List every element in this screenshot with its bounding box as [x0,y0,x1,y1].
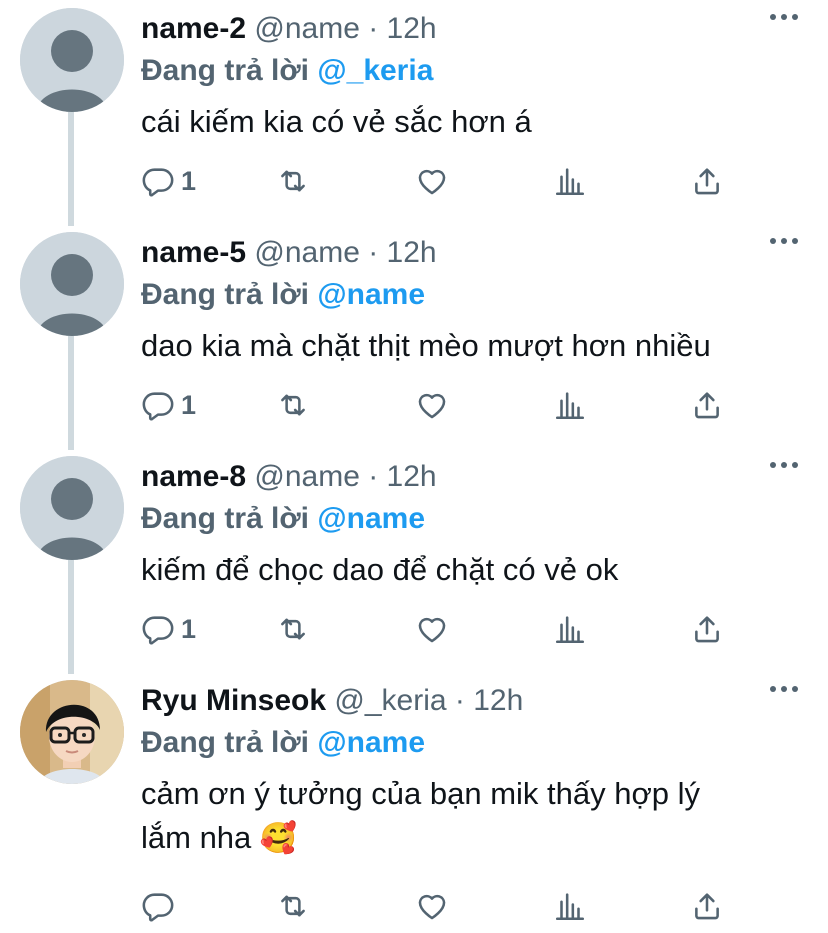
replying-to: Đang trả lời @name [141,724,425,762]
action-bar: 1 [141,161,741,201]
replying-to: Đang trả lời @name [141,500,425,538]
retweet-button[interactable] [276,385,310,425]
more-dots-icon[interactable] [770,14,798,20]
mention-link[interactable]: @_keria [317,54,433,87]
avatar[interactable] [20,680,124,784]
reply-button[interactable]: 1 [141,161,196,201]
smiling-face-with-hearts-emoji: 🥰 [259,822,298,855]
share-button[interactable] [690,886,724,926]
tweet-header: name-2 @name · 12h [141,10,437,48]
tweet-text: cảm ơn ý tưởng của bạn mik thấy hợp lý l… [141,772,801,861]
analytics-icon [555,392,585,420]
thread-line [68,334,74,450]
retweet-icon [281,618,305,640]
retweet-icon [281,170,305,192]
tweet-header: name-8 @name · 12h [141,458,437,496]
share-icon [695,616,719,643]
retweet-icon [281,895,305,917]
mention-link[interactable]: @name [317,502,425,535]
display-name[interactable]: name-5 [141,236,246,269]
replying-label: Đang trả lời [141,726,310,759]
timestamp[interactable]: · 12h [455,684,523,717]
retweet-button[interactable] [276,886,310,926]
reply-icon [142,392,174,421]
mention-link[interactable]: @name [317,278,425,311]
analytics-button[interactable] [553,385,587,425]
tweet-text-line: lắm nha 🥰 [141,816,801,861]
like-button[interactable] [415,886,449,926]
display-name[interactable]: Ryu Minseok [141,684,326,717]
analytics-button[interactable] [553,886,587,926]
like-button[interactable] [415,161,449,201]
analytics-icon [555,168,585,196]
share-button[interactable] [690,609,724,649]
replying-label: Đang trả lời [141,278,310,311]
tweet-header: name-5 @name · 12h [141,234,437,272]
avatar[interactable] [20,232,124,336]
retweet-button[interactable] [276,161,310,201]
user-handle[interactable]: @name [254,12,360,45]
reply-icon [142,893,174,922]
user-handle[interactable]: @_keria [334,684,446,717]
like-button[interactable] [415,385,449,425]
share-icon [695,168,719,195]
action-bar: 1 [141,385,741,425]
user-handle[interactable]: @name [254,460,360,493]
tweet-text-line: cảm ơn ý tưởng của bạn mik thấy hợp lý [141,776,701,811]
heart-icon [418,393,446,419]
tweet-header: Ryu Minseok @_keria · 12h [141,682,523,720]
timestamp[interactable]: · 12h [368,460,436,493]
share-button[interactable] [690,385,724,425]
analytics-icon [555,893,585,921]
display-name[interactable]: name-8 [141,460,246,493]
default-avatar-icon [20,8,124,112]
action-bar: 1 [141,609,741,649]
avatar[interactable] [20,8,124,112]
heart-icon [418,894,446,920]
retweet-button[interactable] [276,609,310,649]
heart-icon [418,169,446,195]
reply-icon [142,168,174,197]
share-button[interactable] [690,161,724,201]
reply-button[interactable] [141,886,181,926]
analytics-button[interactable] [553,161,587,201]
heart-icon [418,617,446,643]
share-icon [695,893,719,920]
reply-count: 1 [181,389,197,420]
timestamp[interactable]: · 12h [368,236,436,269]
share-icon [695,392,719,419]
replying-label: Đang trả lời [141,54,310,87]
mention-link[interactable]: @name [317,726,425,759]
default-avatar-icon [20,232,124,336]
action-bar [141,886,741,926]
tweet-text: kiếm để chọc dao để chặt có vẻ ok [141,552,619,587]
thread-line [68,110,74,226]
thread-line [68,558,74,674]
display-name[interactable]: name-2 [141,12,246,45]
profile-photo [20,680,124,784]
replying-to: Đang trả lời @name [141,276,425,314]
tweet-text: cái kiếm kia có vẻ sắc hơn á [141,104,532,139]
reply-button[interactable]: 1 [141,385,196,425]
replying-label: Đang trả lời [141,502,310,535]
analytics-icon [555,616,585,644]
timestamp[interactable]: · 12h [368,12,436,45]
more-dots-icon[interactable] [770,686,798,692]
more-dots-icon[interactable] [770,238,798,244]
tweet-text: dao kia mà chặt thịt mèo mượt hơn nhiều [141,328,711,363]
retweet-icon [281,394,305,416]
analytics-button[interactable] [553,609,587,649]
more-dots-icon[interactable] [770,462,798,468]
default-avatar-icon [20,456,124,560]
reply-count: 1 [181,165,197,196]
reply-button[interactable]: 1 [141,609,196,649]
replying-to: Đang trả lời @_keria [141,52,433,90]
reply-icon [142,616,174,645]
like-button[interactable] [415,609,449,649]
reply-thread: name-2 @name · 12h Đang trả lời @_keria … [0,0,828,933]
tweet-text-fragment: lắm nha [141,820,252,855]
user-handle[interactable]: @name [254,236,360,269]
avatar[interactable] [20,456,124,560]
reply-count: 1 [181,613,197,644]
